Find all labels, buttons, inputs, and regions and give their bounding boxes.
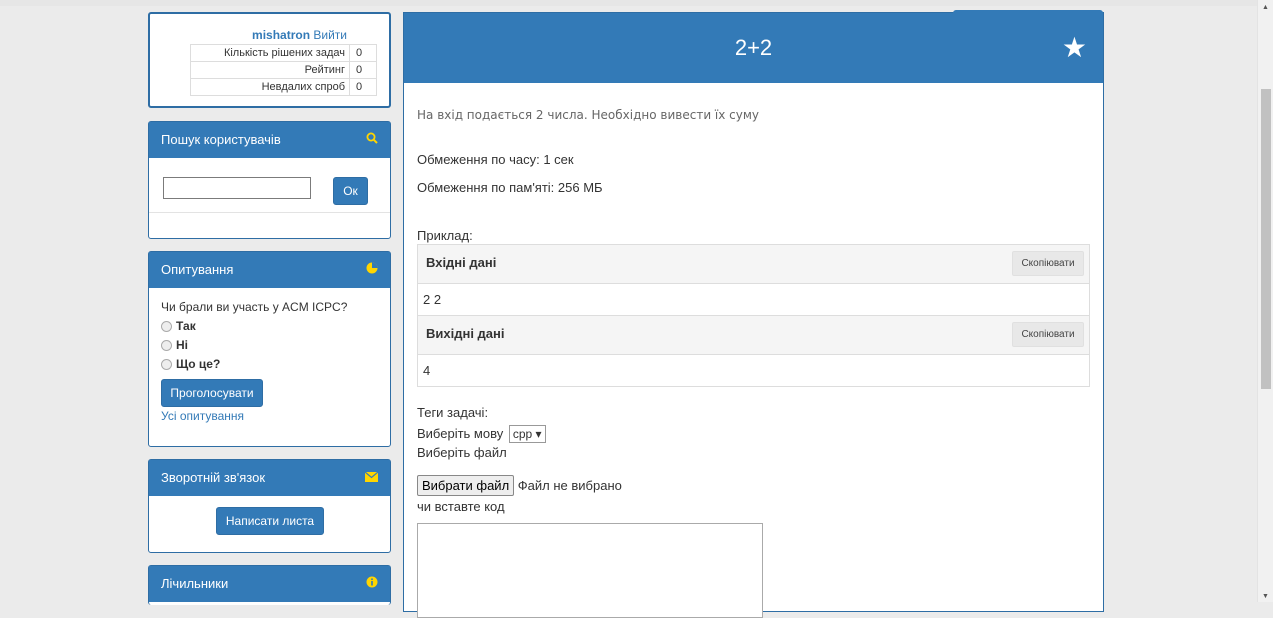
star-icon[interactable]: ★ (1062, 13, 1087, 83)
memory-limit: Обмеження по пам'яті: 256 МБ (417, 180, 603, 195)
stats-value: 0 (349, 78, 377, 96)
counters-panel: Лічильники (148, 565, 391, 605)
poll-option[interactable]: Що це? (161, 357, 378, 371)
file-row: Вибрати файл Файл не вибрано (417, 475, 622, 496)
username-link[interactable]: mishatron (252, 28, 310, 42)
pie-chart-icon (366, 252, 378, 288)
scroll-up-icon[interactable]: ▲ (1262, 4, 1269, 11)
example-table: Вхідні дані Скопіювати 2 2 Вихідні дані … (417, 244, 1090, 387)
poll-option-label: Так (176, 319, 196, 333)
stats-value: 0 (349, 61, 377, 79)
radio-button[interactable] (161, 339, 172, 351)
user-search-input[interactable] (163, 177, 311, 199)
time-limit: Обмеження по часу: 1 сек (417, 152, 574, 167)
choose-file-label: Виберіть файл (417, 445, 507, 460)
poll-question: Чи брали ви участь у ACM ICPC? (161, 300, 348, 314)
vote-button[interactable]: Проголосувати (161, 379, 263, 407)
divider (149, 212, 390, 213)
feedback-panel: Зворотній зв'язок Написати листа (148, 459, 391, 553)
logout-link[interactable]: Вийти (313, 28, 347, 42)
user-box: mishatron Вийти Кількість рішених задач … (148, 12, 391, 108)
choose-file-button[interactable]: Вибрати файл (417, 475, 515, 496)
stats-row: Кількість рішених задач 0 (190, 44, 377, 62)
radio-button[interactable] (161, 320, 172, 332)
example-output-header: Вихідні дані Скопіювати (418, 316, 1089, 355)
page: mishatron Вийти Кількість рішених задач … (0, 0, 1257, 618)
paste-code-label: чи вставте код (417, 499, 505, 514)
example-input-value: 2 2 (418, 284, 1089, 316)
panel-header: Пошук користувачів (149, 122, 390, 158)
file-status: Файл не вибрано (517, 478, 622, 493)
poll-panel: Опитування Чи брали ви участь у ACM ICPC… (148, 251, 391, 447)
stats-row: Невдалих спроб 0 (190, 78, 377, 96)
output-title: Вихідні дані (426, 326, 505, 341)
poll-option-label: Що це? (176, 357, 221, 371)
user-search-panel: Пошук користувачів Ок (148, 121, 391, 239)
stats-label: Невдалих спроб (190, 78, 350, 96)
search-icon (366, 122, 378, 158)
poll-option[interactable]: Ні (161, 338, 378, 352)
scroll-down-icon[interactable]: ▼ (1262, 593, 1269, 600)
tags-label: Теги задачі: (417, 405, 489, 420)
all-polls-link[interactable]: Усі опитування (161, 409, 378, 423)
poll-option[interactable]: Так (161, 319, 378, 333)
user-stats-table: Кількість рішених задач 0 Рейтинг 0 Невд… (190, 44, 377, 96)
radio-button[interactable] (161, 358, 172, 370)
search-row: Ок (163, 177, 368, 205)
example-input-header: Вхідні дані Скопіювати (418, 245, 1089, 284)
write-letter-button[interactable]: Написати листа (216, 507, 324, 535)
poll-option-label: Ні (176, 338, 188, 352)
info-icon (366, 566, 378, 602)
problem-description: На вхід подається 2 числа. Необхідно вив… (417, 108, 760, 122)
scrollbar-thumb[interactable] (1261, 89, 1271, 389)
language-label: Виберіть мову (417, 426, 504, 441)
envelope-icon (364, 460, 379, 496)
example-label: Приклад: (417, 228, 473, 243)
stats-value: 0 (349, 44, 377, 62)
stats-label: Рейтинг (190, 61, 350, 79)
language-row: Виберіть мову cpp ▾ (417, 425, 546, 443)
copy-input-button[interactable]: Скопіювати (1012, 251, 1084, 276)
panel-title: Зворотній зв'язок (161, 470, 266, 485)
panel-title: Лічильники (161, 576, 229, 591)
problem-panel: 2+2 ★ На вхід подається 2 числа. Необхід… (403, 10, 1104, 618)
problem-title: 2+2 (734, 35, 773, 60)
problem-header: 2+2 ★ (404, 13, 1103, 83)
panel-header: Опитування (149, 252, 390, 288)
language-select[interactable]: cpp ▾ (508, 425, 546, 443)
copy-output-button[interactable]: Скопіювати (1012, 322, 1084, 347)
search-ok-button[interactable]: Ок (333, 177, 368, 205)
code-textarea[interactable] (417, 523, 763, 618)
panel-title: Опитування (161, 262, 234, 277)
panel-title: Пошук користувачів (161, 132, 281, 147)
input-title: Вхідні дані (426, 255, 497, 270)
vertical-scrollbar[interactable]: ▲ ▼ (1257, 0, 1273, 602)
top-strip (0, 0, 1257, 6)
example-output-value: 4 (423, 363, 431, 378)
stats-row: Рейтинг 0 (190, 61, 377, 79)
stats-label: Кількість рішених задач (190, 44, 350, 62)
panel-header: Лічильники (149, 566, 390, 602)
poll-body: Чи брали ви участь у ACM ICPC? Так Ні Що… (149, 288, 390, 433)
panel-header: Зворотній зв'язок (149, 460, 390, 496)
user-line: mishatron Вийти (150, 28, 389, 42)
